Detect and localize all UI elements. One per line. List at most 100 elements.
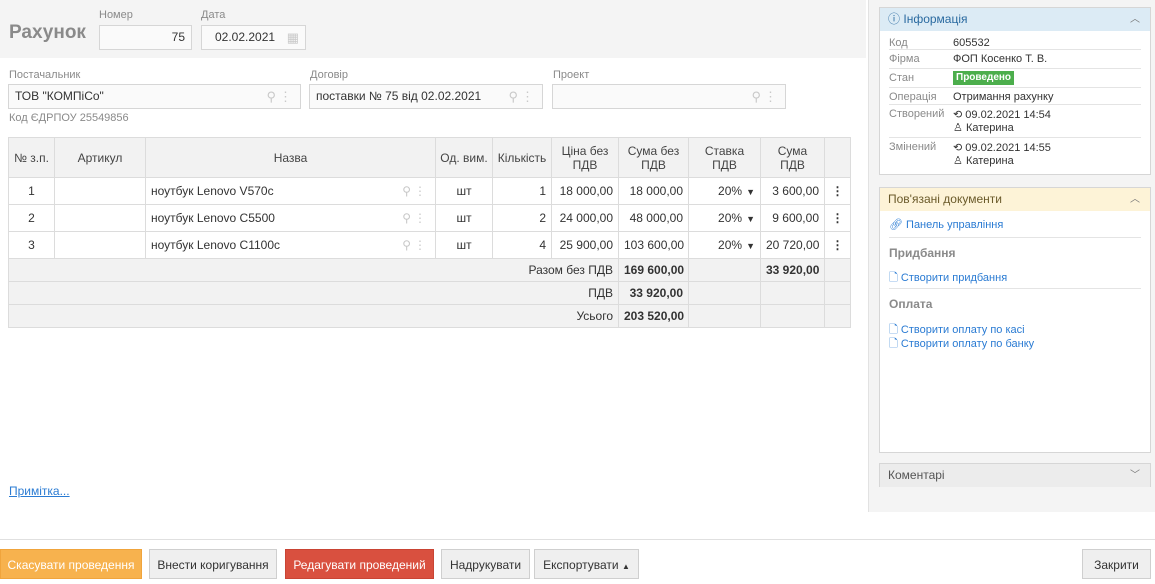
contract-field[interactable]: поставки № 75 від 02.02.2021 ⚲ ⋮ [309, 84, 543, 109]
cell-num: 3 [8, 231, 55, 259]
cell-qty[interactable]: 1 [492, 177, 552, 205]
divider [889, 288, 1141, 289]
subtotal-row: Разом без ПДВ 169 600,00 33 920,00 [8, 258, 851, 282]
subtotal-vat-value: 33 920,00 [760, 258, 825, 282]
chevron-up-icon[interactable]: ︿ [1130, 8, 1140, 31]
empty-cell [824, 258, 851, 282]
more-icon[interactable]: ⋮ [764, 88, 777, 105]
row-menu-icon[interactable]: ⋮ [824, 204, 851, 232]
cell-num: 1 [8, 177, 55, 205]
caret-up-icon: ▲ [621, 562, 630, 571]
more-icon[interactable]: ⋮ [414, 184, 426, 198]
table-row[interactable]: 1 ноутбук Lenovo V570c ⚲ ⋮ шт 1 18 000,00 … [8, 177, 851, 205]
search-icon[interactable]: ⚲ [402, 211, 411, 225]
search-icon[interactable]: ⚲ [751, 88, 761, 105]
search-icon[interactable]: ⚲ [402, 238, 411, 252]
empty-cell [760, 281, 825, 305]
changed-date: 09.02.2021 14:55 [965, 142, 1051, 154]
caret-down-icon[interactable]: ▼ [746, 187, 755, 197]
close-button[interactable]: Закрити [1082, 549, 1151, 579]
cell-article[interactable] [54, 204, 146, 232]
cell-rate[interactable]: 20% ▼ [688, 177, 761, 205]
empty-cell [688, 304, 761, 328]
table-row[interactable]: 3 ноутбук Lenovo C1100c ⚲ ⋮ шт 4 25 900,00… [8, 231, 851, 259]
edit-posted-button[interactable]: Редагувати проведений [285, 549, 434, 579]
history-icon: ⟲ [953, 142, 963, 154]
date-label: Дата [201, 9, 226, 21]
caret-down-icon[interactable]: ▼ [746, 214, 755, 224]
comments-panel-header[interactable]: Коментарі ﹀ [880, 464, 1150, 487]
more-icon[interactable]: ⋮ [414, 211, 426, 225]
cell-unit[interactable]: шт [435, 204, 493, 232]
col-header-unit[interactable]: Од. вим. [435, 137, 493, 178]
info-row-operation: Операція Отримання рахунку [889, 88, 1141, 105]
link-icon: 🔗︎ [889, 219, 903, 231]
cell-rate[interactable]: 20% ▼ [688, 204, 761, 232]
cell-qty[interactable]: 4 [492, 231, 552, 259]
cell-article[interactable] [54, 177, 146, 205]
more-icon[interactable]: ⋮ [414, 238, 426, 252]
cell-price[interactable]: 25 900,00 [551, 231, 619, 259]
table-row[interactable]: 2 ноутбук Lenovo C5500 ⚲ ⋮ шт 2 24 000,00 … [8, 204, 851, 232]
more-icon[interactable]: ⋮ [521, 88, 534, 105]
col-header-article[interactable]: Артикул [54, 137, 146, 178]
col-header-price[interactable]: Ціна без ПДВ [551, 137, 619, 178]
create-purchase-label: Створити придбання [900, 272, 1008, 284]
supplier-field[interactable]: ТОВ "КОМПіСо" ⚲ ⋮ [8, 84, 301, 109]
cell-unit[interactable]: шт [435, 177, 493, 205]
calendar-icon[interactable]: ▦ [287, 29, 299, 46]
control-panel-link[interactable]: 🔗︎ Панель управління [889, 218, 1003, 231]
cell-name[interactable]: ноутбук Lenovo V570c ⚲ ⋮ [145, 177, 436, 205]
info-panel: ⓘ Інформація ︿ Код 605532 Фірма ФОП Косе… [879, 7, 1151, 175]
cell-price[interactable]: 18 000,00 [551, 177, 619, 205]
cancel-posting-button[interactable]: Скасувати проведення [0, 549, 142, 579]
note-link[interactable]: Примітка... [9, 484, 70, 498]
more-icon[interactable]: ⋮ [279, 88, 292, 105]
control-panel-label: Панель управління [906, 219, 1004, 231]
create-purchase-link[interactable]: 🗋 Створити придбання [889, 269, 1007, 288]
caret-down-icon[interactable]: ▼ [746, 241, 755, 251]
export-button[interactable]: Експортувати ▲ [534, 549, 639, 579]
row-menu-icon[interactable]: ⋮ [824, 231, 851, 259]
col-header-qty[interactable]: Кількість [492, 137, 552, 178]
cell-sum: 18 000,00 [618, 177, 689, 205]
info-row-state: Стан Проведено [889, 69, 1141, 88]
cell-name[interactable]: ноутбук Lenovo C1100c ⚲ ⋮ [145, 231, 436, 259]
history-icon: ⟲ [953, 109, 963, 121]
col-header-actions [824, 137, 851, 178]
cell-rate[interactable]: 20% ▼ [688, 231, 761, 259]
col-header-vat[interactable]: Сума ПДВ [760, 137, 825, 178]
col-header-num[interactable]: № з.п. [8, 137, 55, 178]
cell-price[interactable]: 24 000,00 [551, 204, 619, 232]
date-field[interactable]: 02.02.2021 ▦ [201, 25, 306, 50]
related-panel-header[interactable]: Пов'язані документи ︿ [880, 188, 1150, 211]
created-label: Створений [889, 108, 945, 120]
cell-article[interactable] [54, 231, 146, 259]
chevron-down-icon[interactable]: ﹀ [1130, 464, 1140, 487]
payment-section-title: Оплата [889, 297, 933, 311]
document-icon: 🗋 [889, 338, 898, 350]
info-panel-header[interactable]: ⓘ Інформація ︿ [880, 8, 1150, 31]
cell-name-text: ноутбук Lenovo C1100c [151, 238, 281, 252]
cell-name[interactable]: ноутбук Lenovo C5500 ⚲ ⋮ [145, 204, 436, 232]
col-header-sum[interactable]: Сума без ПДВ [618, 137, 689, 178]
created-user: Катерина [965, 122, 1014, 134]
col-header-name[interactable]: Назва [145, 137, 436, 178]
cell-unit[interactable]: шт [435, 231, 493, 259]
search-icon[interactable]: ⚲ [508, 88, 518, 105]
info-panel-title: Інформація [903, 12, 968, 26]
row-menu-icon[interactable]: ⋮ [824, 177, 851, 205]
search-icon[interactable]: ⚲ [266, 88, 276, 105]
number-field[interactable]: 75 [99, 25, 192, 50]
cell-qty[interactable]: 2 [492, 204, 552, 232]
col-header-rate[interactable]: Ставка ПДВ [688, 137, 761, 178]
project-field[interactable]: ⚲ ⋮ [552, 84, 786, 109]
chevron-up-icon[interactable]: ︿ [1130, 188, 1140, 211]
cell-sum: 103 600,00 [618, 231, 689, 259]
print-button[interactable]: Надрукувати [441, 549, 530, 579]
create-bank-payment-link[interactable]: 🗋 Створити оплату по банку [889, 335, 1034, 354]
comments-panel[interactable]: Коментарі ﹀ [879, 463, 1151, 487]
info-icon: ⓘ [888, 12, 901, 26]
search-icon[interactable]: ⚲ [402, 184, 411, 198]
make-corrections-button[interactable]: Внести коригування [149, 549, 277, 579]
